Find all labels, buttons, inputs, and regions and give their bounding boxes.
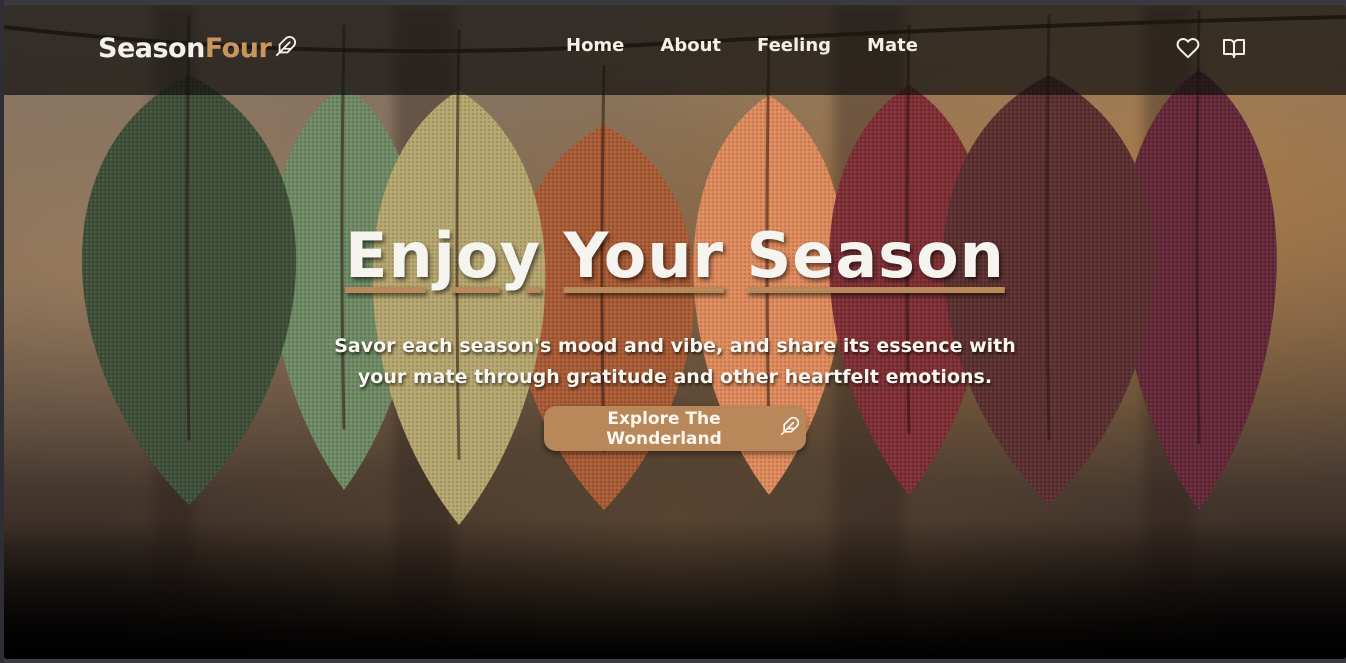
hero-title: Enjoy Your Season bbox=[4, 219, 1346, 292]
explore-button[interactable]: Explore The Wonderland bbox=[544, 406, 806, 451]
hero-title-word: Your bbox=[563, 219, 725, 292]
page-frame: Season Four Home About Feeling Mate Enjo… bbox=[4, 5, 1346, 659]
hero-section: Enjoy Your Season Savor each season's mo… bbox=[4, 5, 1346, 659]
hero-subtitle: Savor each season's mood and vibe, and s… bbox=[334, 335, 1016, 388]
feather-icon bbox=[780, 416, 800, 441]
explore-button-label: Explore The Wonderland bbox=[606, 408, 722, 449]
hero-title-word: Enjoy bbox=[345, 219, 541, 292]
hero-title-word: Season bbox=[746, 219, 1005, 292]
window-edge bbox=[0, 0, 4, 663]
